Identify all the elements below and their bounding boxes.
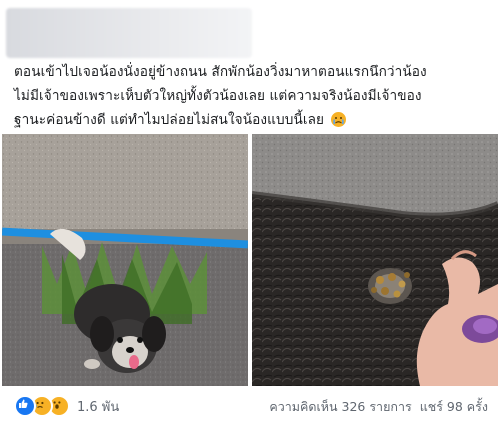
post-footer: 1.6 พัน ความคิดเห็น 326 รายการ แชร์ 98 ค… [0, 393, 500, 417]
post-text-line: ไม่มีเจ้าของเพราะเห็บตัวใหญ่ทั้งตัวน้องเ… [14, 88, 422, 104]
shares-count-link[interactable]: แชร์ 98 ครั้ง [420, 397, 488, 417]
crying-face-icon [330, 112, 346, 127]
comments-count-link[interactable]: ความคิดเห็น 326 รายการ [269, 397, 411, 417]
reaction-count: 1.6 พัน [77, 399, 120, 415]
dog-on-street-photo[interactable] [2, 134, 248, 386]
like-icon [14, 395, 36, 417]
post-text-line-content: ฐานะค่อนข้างดี แต่ทำไมปล่อยไม่สนใจน้องแบ… [14, 112, 325, 128]
post-text-line: ตอนเข้าไปเจอน้องนั่งอยู่ข้างถนน สักพักน้… [14, 64, 427, 80]
reactions-summary[interactable]: 1.6 พัน [14, 395, 119, 417]
engagement-stats: ความคิดเห็น 326 รายการ แชร์ 98 ครั้ง [269, 397, 488, 417]
blurred-author-header [6, 8, 252, 58]
facebook-post: ตอนเข้าไปเจอน้องนั่งอยู่ข้างถนน สักพักน้… [0, 0, 500, 421]
photo-grid [2, 134, 498, 386]
post-text: ตอนเข้าไปเจอน้องนั่งอยู่ข้างถนน สักพักน้… [14, 60, 492, 132]
ticks-on-fur-photo[interactable] [252, 134, 498, 386]
post-text-line: ฐานะค่อนข้างดี แต่ทำไมปล่อยไม่สนใจน้องแบ… [14, 108, 492, 132]
